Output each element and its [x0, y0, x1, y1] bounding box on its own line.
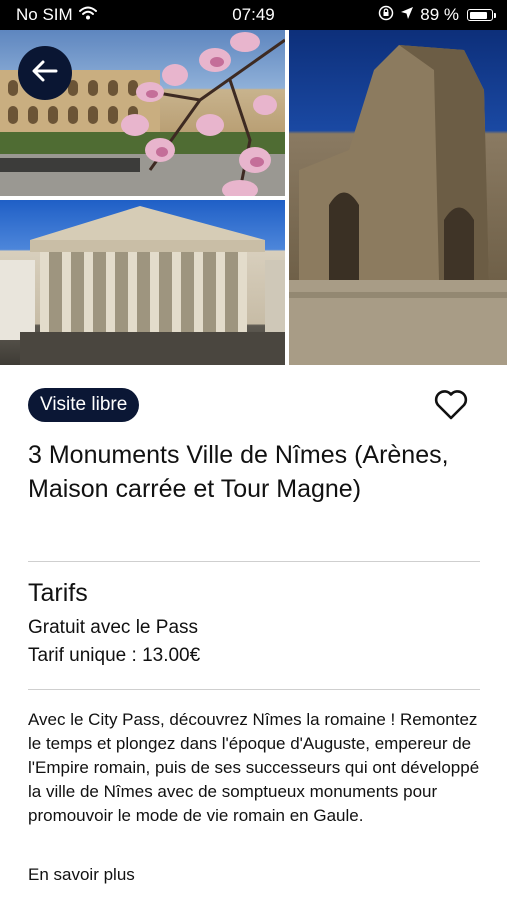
favorite-button[interactable]	[431, 385, 471, 425]
visit-type-badge: Visite libre	[28, 388, 140, 422]
divider	[28, 689, 480, 690]
hero-collage	[0, 30, 507, 365]
status-bar: No SIM 07:49 89 %	[0, 0, 507, 30]
learn-more-link[interactable]: En savoir plus	[28, 863, 135, 887]
wifi-icon	[78, 5, 97, 25]
tarifs-heading: Tarifs	[28, 579, 88, 607]
carrier-label: No SIM	[16, 5, 73, 24]
offer-title: 3 Monuments Ville de Nîmes (Arènes, Mais…	[28, 441, 449, 503]
offer-description: Avec le City Pass, découvrez Nîmes la ro…	[28, 710, 480, 825]
detail-content: Visite libre 3 Monuments Ville de Nîmes …	[0, 365, 507, 900]
heart-outline-icon	[431, 390, 471, 429]
location-icon	[400, 5, 414, 25]
arrow-left-icon	[32, 60, 58, 87]
battery-level-fill	[469, 11, 488, 19]
back-button[interactable]	[18, 46, 72, 100]
maison-carree-photo	[0, 200, 285, 365]
tarif-unique: Tarif unique : 13.00€	[28, 645, 201, 666]
tour-magne-photo	[289, 30, 507, 365]
tarif-pass: Gratuit avec le Pass	[28, 617, 199, 638]
status-right: 89 %	[378, 5, 496, 26]
rotation-lock-icon	[378, 5, 394, 26]
battery-icon	[467, 9, 496, 21]
divider	[28, 561, 480, 562]
status-left: No SIM	[16, 5, 97, 25]
battery-percent: 89 %	[420, 5, 459, 24]
